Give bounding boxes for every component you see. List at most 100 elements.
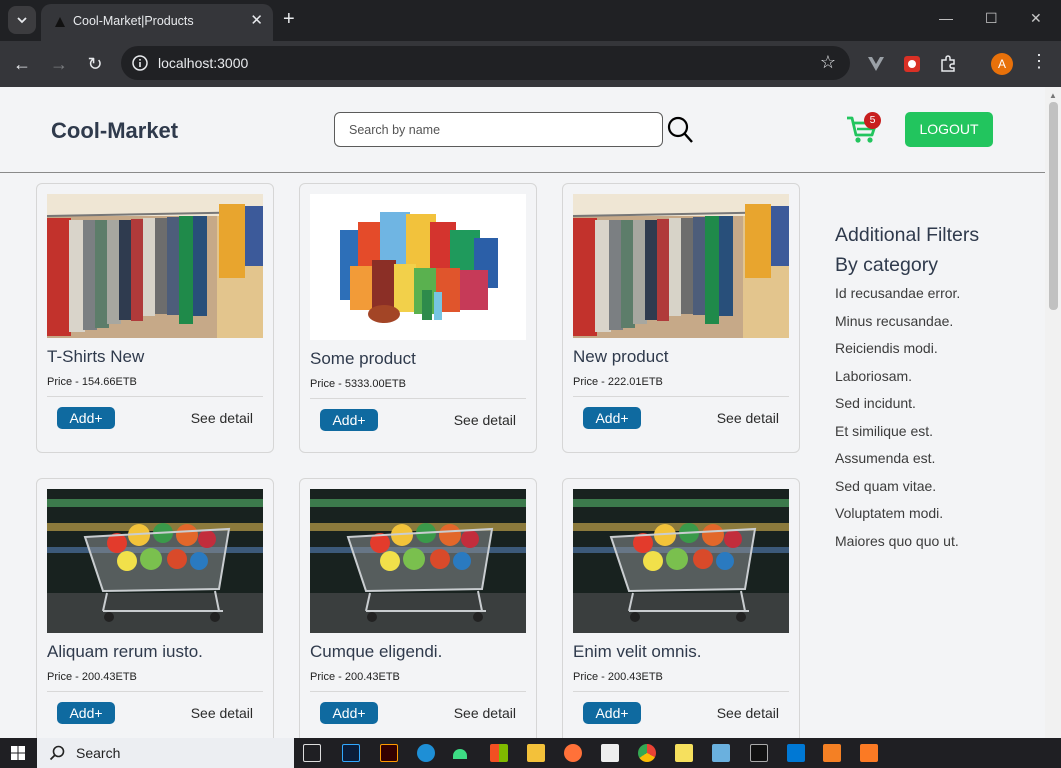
maximize-button[interactable]: ☐ bbox=[985, 10, 998, 27]
minimize-button[interactable]: — bbox=[939, 10, 953, 26]
new-tab-button[interactable]: + bbox=[283, 8, 295, 30]
cart-count-badge: 5 bbox=[864, 112, 881, 129]
ms-store-icon[interactable] bbox=[490, 744, 508, 762]
extensions-puzzle-icon[interactable] bbox=[937, 53, 959, 75]
category-item[interactable]: Laboriosam. bbox=[835, 363, 979, 391]
product-title[interactable]: Aliquam rerum iusto. bbox=[47, 642, 203, 662]
category-item[interactable]: Minus recusandae. bbox=[835, 308, 979, 336]
category-item[interactable]: Voluptatem modi. bbox=[835, 500, 979, 528]
tab-active[interactable]: Cool-Market|Products ✕ bbox=[41, 4, 273, 41]
product-title[interactable]: Enim velit omnis. bbox=[573, 642, 701, 662]
product-price: Price - 5333.00ETB bbox=[310, 378, 406, 390]
scrollbar-thumb[interactable] bbox=[1049, 102, 1058, 310]
category-item[interactable]: Sed quam vitae. bbox=[835, 473, 979, 501]
shopping-cart-image bbox=[573, 489, 789, 633]
category-subheading: By category bbox=[835, 254, 938, 276]
product-image[interactable] bbox=[573, 489, 789, 633]
product-price: Price - 200.43ETB bbox=[573, 671, 663, 683]
category-item[interactable]: Reiciendis modi. bbox=[835, 335, 979, 363]
chrome-icon[interactable] bbox=[638, 744, 656, 762]
tab-close-icon[interactable]: ✕ bbox=[250, 12, 263, 30]
site-info-icon[interactable] bbox=[131, 54, 149, 72]
category-item[interactable]: Maiores quo quo ut. bbox=[835, 528, 979, 556]
notes-app-icon[interactable] bbox=[601, 744, 619, 762]
vue-extension-icon[interactable] bbox=[865, 53, 887, 75]
back-arrow-icon[interactable]: ← bbox=[10, 52, 34, 76]
category-item[interactable]: Id recusandae error. bbox=[835, 280, 979, 308]
product-title[interactable]: T-Shirts New bbox=[47, 347, 144, 367]
add-to-cart-button[interactable]: Add+ bbox=[320, 409, 378, 431]
windows-start-icon[interactable] bbox=[11, 746, 25, 760]
product-card: Aliquam rerum iusto. Price - 200.43ETB A… bbox=[36, 478, 274, 738]
product-title[interactable]: Some product bbox=[310, 349, 416, 369]
product-image[interactable] bbox=[310, 489, 526, 633]
see-detail-link[interactable]: See detail bbox=[454, 705, 516, 721]
see-detail-link[interactable]: See detail bbox=[717, 410, 779, 426]
scroll-up-arrow-icon[interactable]: ▲ bbox=[1049, 91, 1057, 100]
photoshop-icon[interactable] bbox=[342, 744, 360, 762]
taskbar-search-box[interactable]: Search bbox=[37, 738, 294, 768]
os-taskbar: Search bbox=[0, 738, 1061, 768]
add-to-cart-button[interactable]: Add+ bbox=[320, 702, 378, 724]
product-price: Price - 222.01ETB bbox=[573, 376, 663, 388]
filters-heading: Additional Filters bbox=[835, 224, 980, 246]
url-text[interactable]: localhost:3000 bbox=[158, 55, 248, 71]
add-to-cart-button[interactable]: Add+ bbox=[57, 407, 115, 429]
see-detail-link[interactable]: See detail bbox=[717, 705, 779, 721]
illustrator-icon[interactable] bbox=[380, 744, 398, 762]
browser-toolbar: ← → ↻ localhost:3000 ☆ A ⋮ bbox=[0, 41, 1061, 87]
category-item[interactable]: Et similique est. bbox=[835, 418, 979, 446]
shopping-cart-image bbox=[310, 489, 526, 633]
tab-search-button[interactable] bbox=[8, 6, 36, 34]
product-image[interactable] bbox=[47, 194, 263, 338]
page-scrollbar[interactable]: ▲ bbox=[1045, 87, 1061, 738]
extension-red-icon[interactable] bbox=[901, 53, 923, 75]
address-bar[interactable]: localhost:3000 ☆ bbox=[121, 46, 850, 80]
xampp-icon[interactable] bbox=[860, 744, 878, 762]
category-item[interactable]: Assumenda est. bbox=[835, 445, 979, 473]
profile-avatar[interactable]: A bbox=[991, 53, 1013, 75]
product-image[interactable] bbox=[47, 489, 263, 633]
category-item[interactable]: Sed incidunt. bbox=[835, 390, 979, 418]
reload-icon[interactable]: ↻ bbox=[83, 52, 107, 76]
product-price: Price - 200.43ETB bbox=[310, 671, 400, 683]
close-window-button[interactable]: ✕ bbox=[1030, 10, 1042, 27]
product-price: Price - 200.43ETB bbox=[47, 671, 137, 683]
browser-menu-icon[interactable]: ⋮ bbox=[1030, 51, 1048, 72]
see-detail-link[interactable]: See detail bbox=[191, 705, 253, 721]
terminal-icon[interactable] bbox=[750, 744, 768, 762]
sticky-app-icon[interactable] bbox=[675, 744, 693, 762]
card-divider bbox=[310, 398, 526, 399]
shopping-cart-image bbox=[47, 489, 263, 633]
tab-title: Cool-Market|Products bbox=[73, 14, 194, 28]
bookmark-star-icon[interactable]: ☆ bbox=[820, 52, 836, 73]
vscode-icon[interactable] bbox=[787, 744, 805, 762]
android-studio-icon[interactable] bbox=[453, 749, 467, 759]
product-title[interactable]: New product bbox=[573, 347, 668, 367]
brand-logo[interactable]: Cool-Market bbox=[51, 118, 178, 144]
filters-sidebar: Additional Filters By category Id recusa… bbox=[835, 220, 979, 555]
see-detail-link[interactable]: See detail bbox=[191, 410, 253, 426]
search-icon[interactable] bbox=[667, 116, 693, 144]
add-to-cart-button[interactable]: Add+ bbox=[583, 407, 641, 429]
taskbar-search-label: Search bbox=[76, 745, 121, 761]
task-view-icon[interactable] bbox=[303, 744, 321, 762]
card-divider bbox=[47, 691, 263, 692]
file-explorer-icon[interactable] bbox=[527, 744, 545, 762]
forward-arrow-icon[interactable]: → bbox=[47, 52, 71, 76]
logout-button[interactable]: LOGOUT bbox=[905, 112, 993, 147]
firefox-icon[interactable] bbox=[564, 744, 582, 762]
add-to-cart-button[interactable]: Add+ bbox=[583, 702, 641, 724]
sublime-text-icon[interactable] bbox=[823, 744, 841, 762]
product-image[interactable] bbox=[310, 194, 526, 340]
search-input[interactable] bbox=[335, 113, 662, 146]
add-to-cart-button[interactable]: Add+ bbox=[57, 702, 115, 724]
product-card: Enim velit omnis. Price - 200.43ETB Add+… bbox=[562, 478, 800, 738]
keyboard-app-icon[interactable] bbox=[712, 744, 730, 762]
see-detail-link[interactable]: See detail bbox=[454, 412, 516, 428]
page-viewport: Cool-Market 5 LOGOUT bbox=[0, 87, 1061, 738]
product-title[interactable]: Cumque eligendi. bbox=[310, 642, 442, 662]
grocery-packs-image bbox=[310, 194, 526, 340]
product-image[interactable] bbox=[573, 194, 789, 338]
edge-browser-icon[interactable] bbox=[417, 744, 435, 762]
